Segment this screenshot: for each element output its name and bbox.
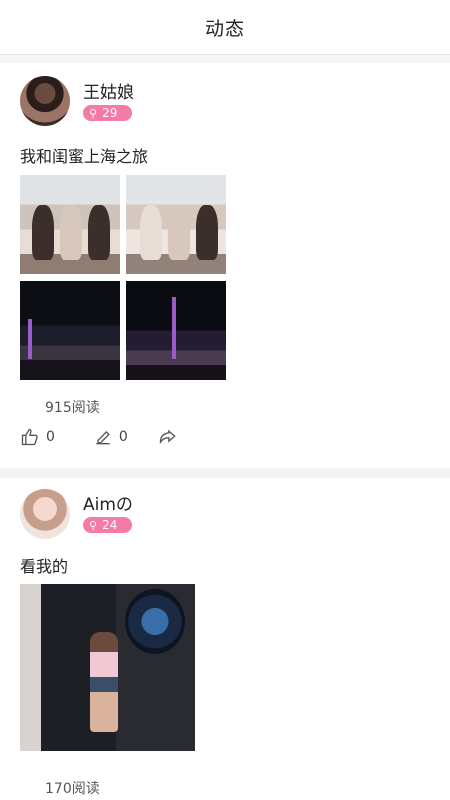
share-button[interactable] [158, 427, 178, 447]
share-icon [159, 429, 176, 445]
post-photo[interactable] [20, 175, 120, 274]
post-card[interactable]: Aimの ⚲ 24 看我的 170阅读 [0, 478, 450, 800]
post-caption: 看我的 [20, 557, 69, 576]
post-photo[interactable] [126, 281, 226, 380]
avatar[interactable] [20, 489, 70, 539]
read-count: 915阅读 [45, 400, 100, 416]
search-icon: ⚲ [89, 106, 98, 120]
post-actions: 0 0 [20, 427, 202, 447]
page-title: 动态 [204, 17, 245, 40]
feed: 王姑娘 ⚲ 29 我和闺蜜上海之旅 915阅读 0 0 Aimの ⚲ 24 看我… [0, 63, 450, 800]
like-button[interactable]: 0 [20, 427, 55, 447]
post-photo[interactable] [20, 584, 195, 751]
avatar[interactable] [20, 76, 70, 126]
user-badge: ⚲ 29 [83, 105, 132, 121]
like-count: 0 [46, 429, 55, 445]
search-icon: ⚲ [89, 518, 98, 532]
comment-count: 0 [118, 429, 128, 445]
post-photo[interactable] [20, 281, 120, 380]
user-badge: ⚲ 24 [83, 517, 132, 533]
read-count: 170阅读 [45, 781, 100, 797]
thumbs-up-icon [21, 428, 38, 446]
post-card[interactable]: 王姑娘 ⚲ 29 我和闺蜜上海之旅 915阅读 0 0 [0, 63, 450, 468]
top-bar: 动态 [0, 0, 450, 55]
badge-count: 24 [102, 518, 118, 532]
username[interactable]: 王姑娘 [83, 78, 134, 103]
username[interactable]: Aimの [83, 490, 133, 515]
post-caption: 我和闺蜜上海之旅 [20, 147, 149, 166]
badge-count: 29 [102, 106, 118, 120]
post-photo[interactable] [126, 175, 226, 274]
comment-button[interactable]: 0 [93, 427, 128, 447]
pencil-icon [96, 431, 110, 445]
